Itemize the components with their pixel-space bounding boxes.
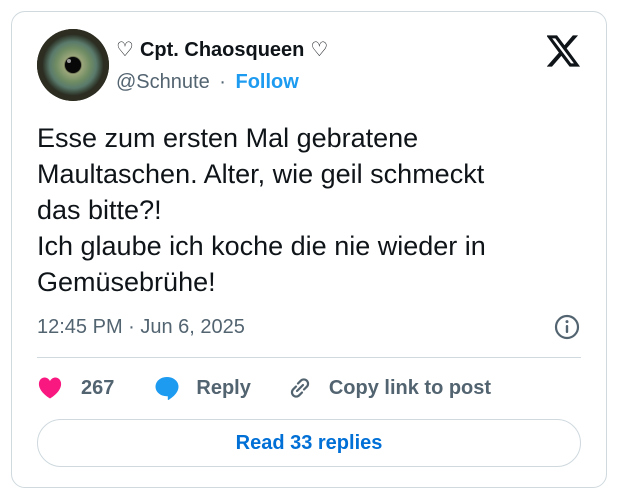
read-replies-label: Read 33 replies bbox=[235, 431, 383, 454]
tweet-text: Esse zum ersten Mal gebratene Maultasche… bbox=[37, 123, 486, 297]
author-name-row[interactable]: ♡ Cpt. Chaosqueen ♡ bbox=[116, 38, 328, 62]
tweet-card: ♡ Cpt. Chaosqueen ♡ @Schnute · Follow Es… bbox=[11, 11, 607, 488]
link-icon bbox=[287, 375, 313, 401]
like-count: 267 bbox=[81, 376, 115, 399]
x-logo-icon[interactable] bbox=[546, 35, 581, 67]
author-handle[interactable]: @Schnute bbox=[116, 71, 210, 93]
heart-emoji-left: ♡ bbox=[116, 39, 134, 61]
speech-bubble-icon bbox=[154, 375, 180, 401]
info-icon[interactable] bbox=[553, 313, 581, 341]
like-button[interactable]: 267 bbox=[37, 376, 114, 400]
heart-icon bbox=[37, 376, 63, 400]
read-replies-button[interactable]: Read 33 replies bbox=[37, 419, 581, 467]
reply-button[interactable]: Reply bbox=[154, 375, 251, 401]
heart-emoji-right: ♡ bbox=[310, 39, 329, 61]
follow-button[interactable]: Follow bbox=[236, 71, 299, 93]
copy-link-button[interactable]: Copy link to post bbox=[287, 375, 491, 401]
avatar[interactable] bbox=[37, 29, 109, 101]
divider bbox=[37, 357, 581, 358]
display-name[interactable]: Cpt. Chaosqueen bbox=[140, 38, 304, 62]
tweet-timestamp[interactable]: 12:45 PM · Jun 6, 2025 bbox=[37, 315, 245, 339]
handle-row: @Schnute · Follow bbox=[116, 70, 299, 94]
handle-separator: · bbox=[219, 71, 226, 93]
action-bar: 267 Reply Copy link to post bbox=[37, 373, 491, 403]
copy-link-label: Copy link to post bbox=[328, 376, 492, 399]
reply-label: Reply bbox=[196, 376, 251, 399]
